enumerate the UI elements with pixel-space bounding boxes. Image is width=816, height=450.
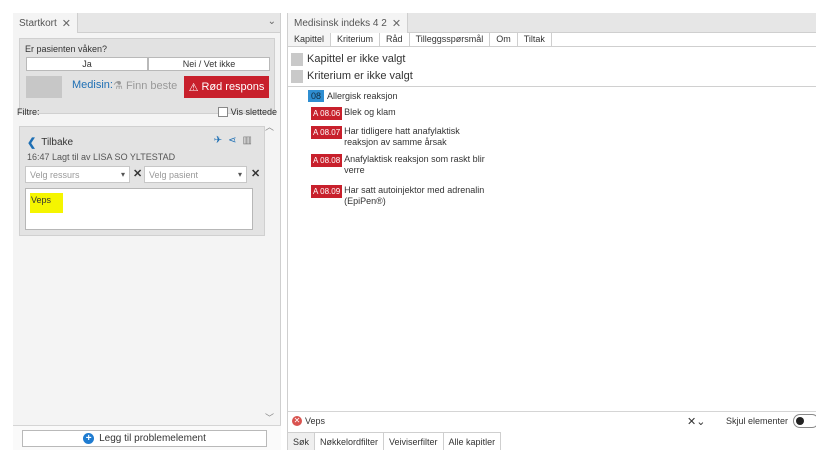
placeholder-box xyxy=(26,76,62,98)
left-tab-strip: Startkort ✕ ⌄ xyxy=(13,13,280,33)
toggle-knob xyxy=(796,417,804,425)
ressurs-placeholder: Velg ressurs xyxy=(30,169,80,180)
criterion-code: A 08.07 xyxy=(311,126,343,139)
medisin-link[interactable]: Medisin: xyxy=(72,79,113,91)
warning-icon: ⚠ xyxy=(188,81,199,94)
search-chip[interactable]: ✕ Veps xyxy=(292,416,325,426)
tab-sok[interactable]: Søk xyxy=(288,433,316,450)
criterion-text: Har satt autoinjektor med adrenalin (Epi… xyxy=(344,185,485,206)
problem-textarea[interactable]: Veps xyxy=(25,188,253,230)
problem-card: ❮ Tilbake ✈ ⋖ ▥ 16:47 Lagt til av LISA S… xyxy=(19,126,265,236)
vis-slettede-label: Vis slettede xyxy=(230,107,277,117)
clear-search-icon[interactable]: ✕⌄ xyxy=(687,415,705,428)
criterion-item[interactable]: A 08.06 Blek og klam xyxy=(311,107,494,120)
divider xyxy=(288,86,816,87)
criterion-status: Kriterium er ikke valgt xyxy=(291,68,413,84)
vis-slettede-checkbox[interactable] xyxy=(217,107,228,117)
back-label: Tilbake xyxy=(41,137,74,148)
pin-icon[interactable]: ✈ xyxy=(214,135,222,146)
chevron-down-icon: ▾ xyxy=(120,170,125,179)
index-tabs: Kapittel Kriterium Råd Tilleggsspørsmål … xyxy=(288,33,816,47)
criterion-text: Anafylaktisk reaksjon som raskt blir ver… xyxy=(344,154,485,175)
right-pane: Medisinsk indeks 4 2 ✕ Kapittel Kriteriu… xyxy=(287,13,816,450)
pasient-placeholder: Velg pasient xyxy=(149,169,199,180)
criterion-text: Blek og klam xyxy=(344,107,396,117)
chapter-number: 08 xyxy=(308,90,325,102)
tab-medisinsk-indeks[interactable]: Medisinsk indeks 4 2 ✕ xyxy=(288,13,409,33)
answer-yes-button[interactable]: Ja xyxy=(26,57,148,71)
tab-startkort[interactable]: Startkort ✕ xyxy=(13,13,79,33)
criterion-text: Har tidligere hatt anafylaktisk reaksjon… xyxy=(344,126,460,147)
red-response-button[interactable]: ⚠ Rød respons xyxy=(184,76,269,98)
chevron-left-icon: ❮ xyxy=(27,137,37,149)
scroll-up-icon[interactable]: ︿ xyxy=(265,120,274,133)
finn-beste-label: Finn beste xyxy=(125,80,178,92)
clear-ressurs-icon[interactable]: ✕ xyxy=(133,167,142,180)
close-icon[interactable]: ✕ xyxy=(392,17,401,30)
criterion-code: A 08.09 xyxy=(311,185,343,198)
question-panel: Er pasienten våken? Ja Nei / Vet ikke Me… xyxy=(19,38,275,114)
tab-startkort-label: Startkort xyxy=(19,17,57,29)
criterion-status-text: Kriterium er ikke valgt xyxy=(307,70,413,82)
tab-veiviserfilter[interactable]: Veiviserfilter xyxy=(384,433,444,450)
card-actions: ✈ ⋖ ▥ xyxy=(214,135,252,146)
share-icon[interactable]: ⋖ xyxy=(228,135,236,146)
remove-icon[interactable]: ✕ xyxy=(292,416,302,426)
left-bottom-bar: + Legg til problemelement xyxy=(13,425,281,450)
tab-kapittel[interactable]: Kapittel xyxy=(288,33,332,46)
plus-circle-icon: + xyxy=(83,433,95,444)
filters-row: Filtre: Vis slettede xyxy=(17,107,279,121)
card-note: 16:47 Lagt til av LISA SO YLTESTAD xyxy=(27,152,176,162)
criterion-code: A 08.08 xyxy=(311,154,343,167)
criterion-code: A 08.06 xyxy=(311,107,343,120)
bottom-tabs: Søk Nøkkelordfilter Veiviserfilter Alle … xyxy=(288,432,502,450)
filters-label: Filtre: xyxy=(17,107,40,117)
tab-rad[interactable]: Råd xyxy=(380,33,410,46)
chapter-swatch xyxy=(291,52,303,66)
tab-nokkelordfilter[interactable]: Nøkkelordfilter xyxy=(315,433,385,450)
pill-icon: ⚗ xyxy=(113,80,123,92)
red-response-label: Rød respons xyxy=(201,81,265,93)
chapter-status-text: Kapittel er ikke valgt xyxy=(307,53,406,65)
skjul-label: Skjul elementer xyxy=(726,416,789,426)
chapter-heading[interactable]: 08 Allergisk reaksjon xyxy=(308,90,398,102)
tab-om[interactable]: Om xyxy=(490,33,518,46)
criterion-item[interactable]: A 08.09 Har satt autoinjektor med adrena… xyxy=(311,185,494,207)
left-pane: Startkort ✕ ⌄ Er pasienten våken? Ja Nei… xyxy=(13,13,281,450)
back-button[interactable]: ❮ Tilbake xyxy=(27,136,73,149)
skjul-toggle[interactable] xyxy=(793,414,816,428)
add-problem-label: Legg til problemelement xyxy=(99,433,206,444)
ressurs-select[interactable]: Velg ressurs ▾ xyxy=(25,166,130,183)
clear-pasient-icon[interactable]: ✕ xyxy=(251,167,260,180)
chevron-down-icon: ▾ xyxy=(237,170,242,179)
answer-no-button[interactable]: Nei / Vet ikke xyxy=(148,57,270,71)
criterion-item[interactable]: A 08.07 Har tidligere hatt anafylaktisk … xyxy=(311,126,494,148)
question-text: Er pasienten våken? xyxy=(25,44,108,54)
tab-kriterium[interactable]: Kriterium xyxy=(331,33,381,46)
chevron-down-icon[interactable]: ⌄ xyxy=(268,16,276,27)
tab-medisinsk-indeks-label: Medisinsk indeks 4 2 xyxy=(294,17,387,29)
problem-text: Veps xyxy=(30,193,63,213)
search-bar[interactable]: ✕ Veps ✕⌄ Skjul elementer xyxy=(288,411,816,431)
add-problem-button[interactable]: + Legg til problemelement xyxy=(22,430,267,447)
chapter-status: Kapittel er ikke valgt xyxy=(291,51,405,67)
finn-beste-button[interactable]: ⚗ Finn beste xyxy=(113,79,177,92)
tab-tilleggssporsmal[interactable]: Tilleggsspørsmål xyxy=(410,33,491,46)
scroll-down-icon[interactable]: ﹀ xyxy=(265,411,274,424)
criterion-item[interactable]: A 08.08 Anafylaktisk reaksjon som raskt … xyxy=(311,154,494,176)
trash-icon[interactable]: ▥ xyxy=(243,135,252,146)
chapter-title: Allergisk reaksjon xyxy=(327,91,398,101)
close-icon[interactable]: ✕ xyxy=(62,17,71,30)
right-tab-strip: Medisinsk indeks 4 2 ✕ xyxy=(288,13,816,33)
tab-tiltak[interactable]: Tiltak xyxy=(518,33,552,46)
tab-alle-kapitler[interactable]: Alle kapitler xyxy=(443,433,502,450)
search-chip-label: Veps xyxy=(305,416,326,426)
vis-slettede-toggle[interactable]: Vis slettede xyxy=(217,107,277,117)
pasient-select[interactable]: Velg pasient ▾ xyxy=(144,166,247,183)
criterion-swatch xyxy=(291,69,303,83)
